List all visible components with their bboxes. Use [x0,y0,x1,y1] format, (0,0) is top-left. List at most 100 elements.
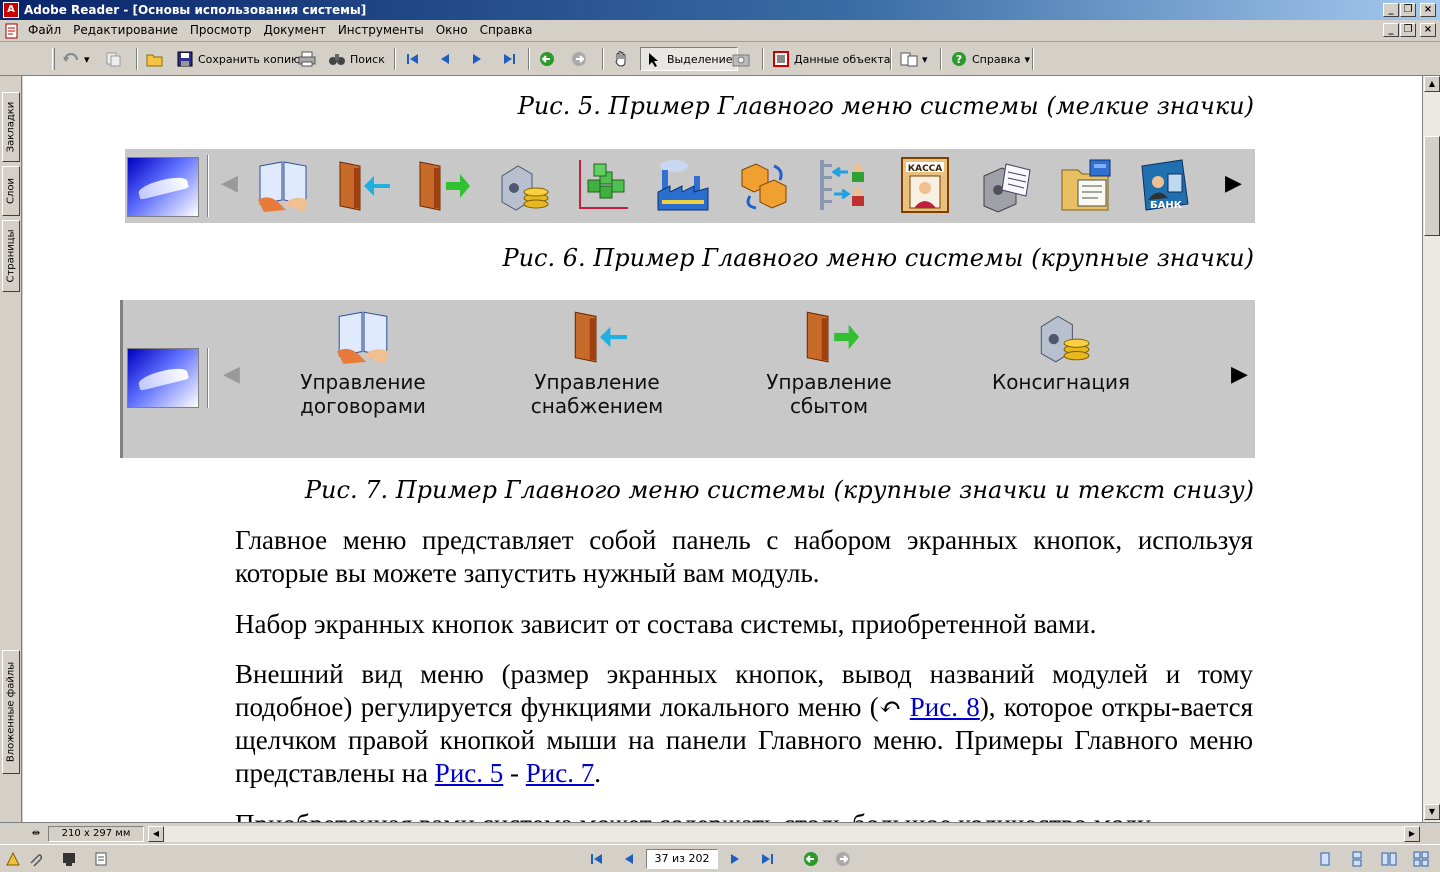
close-button[interactable]: × [1420,3,1436,17]
facing-view-icon[interactable] [1380,850,1398,868]
vertical-scrollbar[interactable]: ▲ ▼ [1422,76,1440,822]
menu-edit[interactable]: Редактирование [73,23,178,37]
document-view[interactable]: Рис. 5. Пример Главного меню системы (ме… [23,76,1422,822]
select-tool-button[interactable]: Выделение [640,47,738,71]
scroll-left-arrow-icon[interactable]: ◀ [221,171,238,196]
open-button[interactable] [146,47,164,71]
consignment-button[interactable]: Консигнация [961,306,1161,394]
help-dropdown-icon[interactable]: ▾ [1024,53,1030,66]
rotate-dropdown-icon[interactable]: ▾ [922,53,928,66]
menu-view[interactable]: Просмотр [190,23,252,37]
document-icon[interactable] [4,23,20,39]
svg-text:БАНК: БАНК [1150,200,1183,211]
link-fig-5[interactable]: Рис. 5 [435,758,503,788]
doc-close-button[interactable]: × [1420,23,1436,37]
link-fig-7[interactable]: Рис. 7 [526,758,594,788]
status-back-view-icon[interactable] [802,850,820,868]
forward-view-button[interactable] [570,47,588,71]
menu-file[interactable]: Файл [28,23,61,37]
contracts-management-button[interactable]: Управление договорами [263,306,463,418]
sales-large-icon [799,306,859,366]
signatures-icon[interactable] [4,850,22,868]
split-handle-icon[interactable]: ⇹ [28,826,44,842]
rotate-view-button[interactable]: ▾ [900,47,928,71]
undo-button[interactable]: ▾ [62,47,90,71]
sales-label-line1: Управление [766,370,892,394]
scroll-right-button[interactable]: ▶ [1404,826,1420,842]
last-page-button[interactable] [500,47,518,71]
undo-dropdown-icon[interactable]: ▾ [84,53,90,66]
previous-page-button[interactable] [436,47,454,71]
copy-button[interactable] [104,47,122,71]
back-view-button[interactable] [538,47,556,71]
sales-label-line2: сбытом [789,394,869,418]
cashier-kassa-icon[interactable]: КАССА [895,155,955,215]
snapshot-button[interactable] [732,47,750,71]
hand-tool-button[interactable] [612,47,630,71]
bank-module-icon[interactable]: БАНК [1135,155,1195,215]
save-copy-button[interactable]: Сохранить копию [176,47,300,71]
page-number-field[interactable]: 37 из 202 [646,849,718,869]
document-info-icon[interactable] [60,850,78,868]
scroll-right-arrow-icon[interactable]: ▶ [1225,171,1242,196]
scroll-down-button[interactable]: ▼ [1424,804,1440,820]
accounting-folder-icon[interactable] [1057,155,1117,215]
svg-text:?: ? [956,53,962,66]
toolbar: ▾ Сохранить копию Поиск Выделение Данные… [0,42,1440,76]
supply-management-button[interactable]: Управление снабжением [497,306,697,418]
doc-minimize-button[interactable]: _ [1383,23,1399,37]
scroll-up-button[interactable]: ▲ [1424,76,1440,92]
continuous-view-icon[interactable] [1348,850,1366,868]
help-icon: ? [950,50,968,68]
inventory-chart-icon[interactable] [573,155,633,215]
horizontal-scrollbar[interactable]: ◀ ▶ [148,826,1420,842]
menu-document[interactable]: Документ [263,23,325,37]
attachment-paperclip-icon[interactable] [26,850,44,868]
production-factory-icon[interactable] [653,155,713,215]
status-previous-page-icon[interactable] [620,850,638,868]
help-button[interactable]: ? Справка ▾ [950,47,1030,71]
object-data-button[interactable]: Данные объекта [772,47,891,71]
continuous-facing-view-icon[interactable] [1412,850,1430,868]
menu-help[interactable]: Справка [480,23,533,37]
supply-module-icon[interactable] [331,155,391,215]
warehouse-boxes-icon[interactable] [733,155,793,215]
sales-module-icon[interactable] [411,155,471,215]
object-data-icon [772,50,790,68]
supply-label-line1: Управление [534,370,660,394]
status-first-page-icon[interactable] [588,850,606,868]
single-page-view-icon[interactable] [1316,850,1334,868]
nav-tab-layers[interactable]: Слои [2,166,20,216]
scroll-right-large-arrow-icon[interactable]: ▶ [1231,362,1248,387]
first-page-button[interactable] [404,47,422,71]
search-button[interactable]: Поиск [328,47,385,71]
toolbar-grip[interactable] [52,48,55,70]
doc-restore-button[interactable]: ❐ [1400,23,1416,37]
status-forward-view-icon[interactable] [834,850,852,868]
menu-window[interactable]: Окно [436,23,468,37]
consignment-module-icon[interactable] [491,155,551,215]
scroll-left-large-arrow-icon[interactable]: ◀ [223,362,240,387]
safe-documents-icon[interactable] [977,155,1037,215]
print-button[interactable] [298,47,316,71]
status-last-page-icon[interactable] [758,850,776,868]
consignment-label-line1: Консигнация [992,370,1130,394]
nav-tab-attachments[interactable]: Вложенные файлы [2,650,20,774]
vertical-scroll-thumb[interactable] [1424,136,1440,236]
nav-tab-bookmarks[interactable]: Закладки [2,92,20,162]
restore-button[interactable]: ❐ [1400,3,1416,17]
menu-tools[interactable]: Инструменты [338,23,424,37]
nav-tab-pages[interactable]: Страницы [2,220,20,292]
hr-personnel-icon[interactable] [813,155,873,215]
minimize-button[interactable]: _ [1383,3,1399,17]
camera-icon [732,50,750,68]
status-next-page-icon[interactable] [726,850,744,868]
link-fig-8[interactable]: Рис. 8 [910,692,980,722]
page-layout-icon[interactable] [92,850,110,868]
save-copy-label: Сохранить копию [198,52,301,66]
next-page-button[interactable] [468,47,486,71]
contracts-module-icon[interactable] [253,155,313,215]
paragraph-menu-appearance: Внешний вид меню (размер экранных кнопок… [235,659,1254,788]
scroll-left-button[interactable]: ◀ [148,826,164,842]
sales-management-button[interactable]: Управление сбытом [729,306,929,418]
